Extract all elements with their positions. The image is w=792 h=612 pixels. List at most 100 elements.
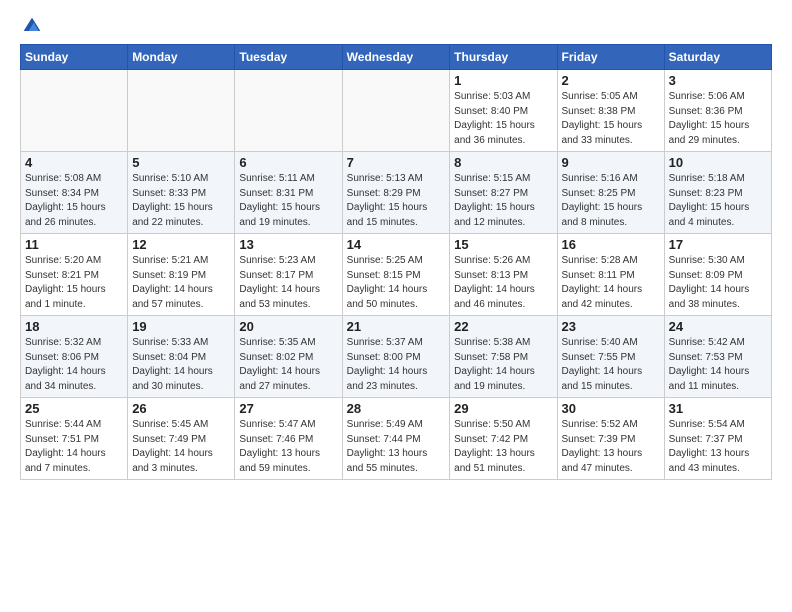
day-number: 3 [669,73,767,88]
day-info: Sunrise: 5:03 AM Sunset: 8:40 PM Dayligh… [454,90,552,148]
calendar-cell: 15 Sunrise: 5:26 AM Sunset: 8:13 PM Dayli… [450,234,557,316]
day-info: Sunrise: 5:18 AM Sunset: 8:23 PM Dayligh… [669,172,767,230]
calendar-cell: 17 Sunrise: 5:30 AM Sunset: 8:09 PM Dayli… [664,234,771,316]
calendar-cell: 10 Sunrise: 5:18 AM Sunset: 8:23 PM Dayli… [664,152,771,234]
day-number: 4 [25,155,123,170]
weekday-header-tuesday: Tuesday [235,45,342,70]
weekday-header-sunday: Sunday [21,45,128,70]
calendar-cell: 7 Sunrise: 5:13 AM Sunset: 8:29 PM Daylig… [342,152,450,234]
day-number: 10 [669,155,767,170]
page-header [20,16,772,36]
day-number: 24 [669,319,767,334]
day-info: Sunrise: 5:30 AM Sunset: 8:09 PM Dayligh… [669,254,767,312]
day-info: Sunrise: 5:32 AM Sunset: 8:06 PM Dayligh… [25,336,123,394]
day-info: Sunrise: 5:45 AM Sunset: 7:49 PM Dayligh… [132,418,230,476]
day-info: Sunrise: 5:26 AM Sunset: 8:13 PM Dayligh… [454,254,552,312]
day-info: Sunrise: 5:20 AM Sunset: 8:21 PM Dayligh… [25,254,123,312]
calendar-cell: 5Sunrise: 5:10 AM Sunset: 8:33 PM Daylig… [128,152,235,234]
day-info: Sunrise: 5:38 AM Sunset: 7:58 PM Dayligh… [454,336,552,394]
day-info: Sunrise: 5:52 AM Sunset: 7:39 PM Dayligh… [562,418,660,476]
day-number: 17 [669,237,767,252]
day-number: 29 [454,401,552,416]
calendar-cell [235,70,342,152]
day-number: 23 [562,319,660,334]
day-number: 12 [132,237,230,252]
day-number: 11 [25,237,123,252]
day-info: Sunrise: 5:10 AM Sunset: 8:33 PM Dayligh… [132,172,230,230]
day-number: 30 [562,401,660,416]
calendar-cell: 21 Sunrise: 5:37 AM Sunset: 8:00 PM Dayli… [342,316,450,398]
day-info: Sunrise: 5:13 AM Sunset: 8:29 PM Dayligh… [347,172,446,230]
day-number: 20 [239,319,337,334]
day-number: 22 [454,319,552,334]
day-number: 16 [562,237,660,252]
day-info: Sunrise: 5:05 AM Sunset: 8:38 PM Dayligh… [562,90,660,148]
day-info: Sunrise: 5:40 AM Sunset: 7:55 PM Dayligh… [562,336,660,394]
calendar-cell: 11 Sunrise: 5:20 AM Sunset: 8:21 PM Dayli… [21,234,128,316]
day-number: 7 [347,155,446,170]
calendar-cell: 31 Sunrise: 5:54 AM Sunset: 7:37 PM Dayli… [664,398,771,480]
day-number: 26 [132,401,230,416]
weekday-header-monday: Monday [128,45,235,70]
calendar-cell: 24 Sunrise: 5:42 AM Sunset: 7:53 PM Dayli… [664,316,771,398]
day-number: 14 [347,237,446,252]
weekday-header-saturday: Saturday [664,45,771,70]
day-number: 28 [347,401,446,416]
day-info: Sunrise: 5:35 AM Sunset: 8:02 PM Dayligh… [239,336,337,394]
calendar-cell: 26 Sunrise: 5:45 AM Sunset: 7:49 PM Dayli… [128,398,235,480]
calendar-cell: 20 Sunrise: 5:35 AM Sunset: 8:02 PM Dayli… [235,316,342,398]
logo-icon [22,16,42,36]
weekday-header-wednesday: Wednesday [342,45,450,70]
day-info: Sunrise: 5:16 AM Sunset: 8:25 PM Dayligh… [562,172,660,230]
day-info: Sunrise: 5:21 AM Sunset: 8:19 PM Dayligh… [132,254,230,312]
day-info: Sunrise: 5:54 AM Sunset: 7:37 PM Dayligh… [669,418,767,476]
calendar-cell: 16 Sunrise: 5:28 AM Sunset: 8:11 PM Dayli… [557,234,664,316]
calendar-cell: 12 Sunrise: 5:21 AM Sunset: 8:19 PM Dayli… [128,234,235,316]
calendar-cell: 29Sunrise: 5:50 AM Sunset: 7:42 PM Dayli… [450,398,557,480]
calendar-cell: 23 Sunrise: 5:40 AM Sunset: 7:55 PM Dayli… [557,316,664,398]
day-number: 31 [669,401,767,416]
day-number: 19 [132,319,230,334]
day-number: 21 [347,319,446,334]
day-info: Sunrise: 5:37 AM Sunset: 8:00 PM Dayligh… [347,336,446,394]
calendar-cell: 1 Sunrise: 5:03 AM Sunset: 8:40 PM Daylig… [450,70,557,152]
day-info: Sunrise: 5:33 AM Sunset: 8:04 PM Dayligh… [132,336,230,394]
calendar-cell: 2 Sunrise: 5:05 AM Sunset: 8:38 PM Daylig… [557,70,664,152]
day-info: Sunrise: 5:42 AM Sunset: 7:53 PM Dayligh… [669,336,767,394]
calendar-cell: 25 Sunrise: 5:44 AM Sunset: 7:51 PM Dayli… [21,398,128,480]
calendar-week-row: 25 Sunrise: 5:44 AM Sunset: 7:51 PM Dayli… [21,398,772,480]
calendar-week-row: 4 Sunrise: 5:08 AM Sunset: 8:34 PM Daylig… [21,152,772,234]
calendar-cell: 19 Sunrise: 5:33 AM Sunset: 8:04 PM Dayli… [128,316,235,398]
calendar-week-row: 11 Sunrise: 5:20 AM Sunset: 8:21 PM Dayli… [21,234,772,316]
day-number: 6 [239,155,337,170]
day-info: Sunrise: 5:28 AM Sunset: 8:11 PM Dayligh… [562,254,660,312]
calendar-week-row: 18Sunrise: 5:32 AM Sunset: 8:06 PM Dayli… [21,316,772,398]
day-number: 15 [454,237,552,252]
day-info: Sunrise: 5:49 AM Sunset: 7:44 PM Dayligh… [347,418,446,476]
calendar-cell: 27Sunrise: 5:47 AM Sunset: 7:46 PM Dayli… [235,398,342,480]
day-info: Sunrise: 5:44 AM Sunset: 7:51 PM Dayligh… [25,418,123,476]
calendar-cell: 22 Sunrise: 5:38 AM Sunset: 7:58 PM Dayli… [450,316,557,398]
calendar-cell: 18Sunrise: 5:32 AM Sunset: 8:06 PM Dayli… [21,316,128,398]
weekday-header-thursday: Thursday [450,45,557,70]
calendar-cell: 13Sunrise: 5:23 AM Sunset: 8:17 PM Dayli… [235,234,342,316]
calendar-cell: 14 Sunrise: 5:25 AM Sunset: 8:15 PM Dayli… [342,234,450,316]
calendar-cell: 4 Sunrise: 5:08 AM Sunset: 8:34 PM Daylig… [21,152,128,234]
calendar-cell: 30 Sunrise: 5:52 AM Sunset: 7:39 PM Dayli… [557,398,664,480]
day-info: Sunrise: 5:11 AM Sunset: 8:31 PM Dayligh… [239,172,337,230]
calendar-cell [21,70,128,152]
weekday-header-friday: Friday [557,45,664,70]
day-info: Sunrise: 5:25 AM Sunset: 8:15 PM Dayligh… [347,254,446,312]
day-number: 2 [562,73,660,88]
calendar-cell: 6 Sunrise: 5:11 AM Sunset: 8:31 PM Daylig… [235,152,342,234]
day-info: Sunrise: 5:15 AM Sunset: 8:27 PM Dayligh… [454,172,552,230]
calendar-table: SundayMondayTuesdayWednesdayThursdayFrid… [20,44,772,480]
calendar-cell [342,70,450,152]
calendar-cell [128,70,235,152]
calendar-week-row: 1 Sunrise: 5:03 AM Sunset: 8:40 PM Daylig… [21,70,772,152]
day-number: 8 [454,155,552,170]
day-info: Sunrise: 5:08 AM Sunset: 8:34 PM Dayligh… [25,172,123,230]
day-info: Sunrise: 5:06 AM Sunset: 8:36 PM Dayligh… [669,90,767,148]
day-number: 1 [454,73,552,88]
day-number: 25 [25,401,123,416]
